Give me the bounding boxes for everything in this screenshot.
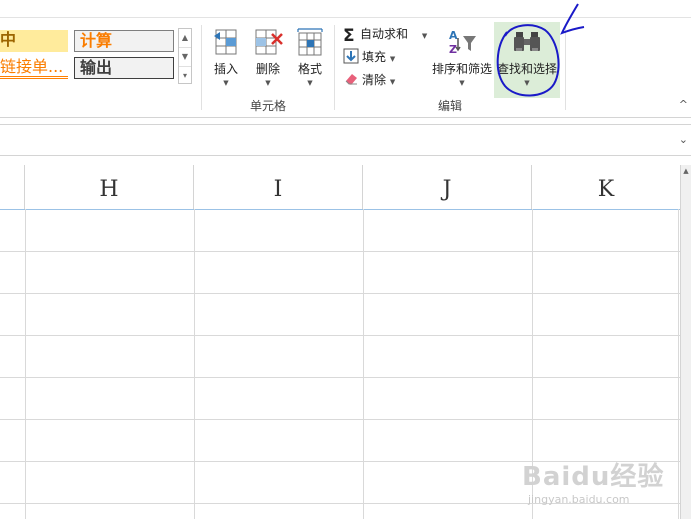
autosum-button[interactable]: Σ 自动求和 ▼ xyxy=(343,24,428,46)
delete-cells-icon xyxy=(252,26,284,58)
gridline xyxy=(0,335,680,336)
column-header-i[interactable]: I xyxy=(194,165,363,209)
delete-button[interactable]: 删除 ▼ xyxy=(250,26,286,89)
style-linked-cell[interactable]: 链接单... xyxy=(0,57,68,79)
chevron-down-icon: ▼ xyxy=(459,79,465,87)
fill-label: 填充 xyxy=(362,50,387,64)
group-separator xyxy=(565,25,566,110)
fill-down-icon xyxy=(343,48,359,64)
column-header-row: H I J K xyxy=(0,165,680,210)
watermark-url: jingyan.baidu.com xyxy=(528,493,630,506)
clear-button[interactable]: 清除 ▼ xyxy=(343,70,395,90)
gridline xyxy=(25,209,26,519)
column-header-k[interactable]: K xyxy=(532,165,680,209)
gallery-down-icon[interactable]: ▼ xyxy=(179,48,191,67)
sort-filter-icon: A Z xyxy=(446,26,478,58)
chevron-down-icon: ▼ xyxy=(421,32,428,40)
ribbon-tab-divider xyxy=(0,17,691,18)
autosum-label: 自动求和 xyxy=(360,27,409,41)
insert-button[interactable]: 插入 ▼ xyxy=(208,26,244,89)
chevron-down-icon: ▼ xyxy=(524,79,530,87)
clear-label: 清除 xyxy=(362,73,387,87)
eraser-icon xyxy=(343,71,359,87)
baidu-watermark: Baidu经验 jingyan.baidu.com xyxy=(522,456,682,512)
insert-label: 插入 xyxy=(213,62,238,76)
watermark-brand: Baidu经验 xyxy=(522,462,665,492)
binoculars-icon xyxy=(511,26,543,58)
sort-filter-button[interactable]: A Z 排序和筛选 ▼ xyxy=(430,26,494,89)
gallery-more-icon[interactable]: ▾ xyxy=(179,67,191,85)
format-label: 格式 xyxy=(297,62,322,76)
chevron-down-icon: ▼ xyxy=(223,79,229,87)
cells-group-label: 单元格 xyxy=(250,99,287,113)
find-select-label: 查找和选择 xyxy=(496,62,557,76)
gridline xyxy=(0,251,680,252)
sort-filter-label: 排序和筛选 xyxy=(431,62,492,76)
group-separator xyxy=(334,25,335,110)
svg-text:Z: Z xyxy=(449,43,457,56)
editing-group-label: 编辑 xyxy=(438,99,463,113)
formula-bar[interactable]: ⌄ xyxy=(0,124,691,156)
style-neutral[interactable]: 中 xyxy=(0,30,68,52)
expand-formula-bar-icon[interactable]: ⌄ xyxy=(679,133,688,146)
styles-gallery-scroller[interactable]: ▲ ▼ ▾ xyxy=(178,28,192,84)
style-calculation[interactable]: 计算 xyxy=(74,30,174,52)
gridline xyxy=(0,419,680,420)
delete-label: 删除 xyxy=(255,62,280,76)
group-separator xyxy=(201,25,202,110)
style-output[interactable]: 输出 xyxy=(74,57,174,79)
column-header-j[interactable]: J xyxy=(363,165,532,209)
gridline xyxy=(194,209,195,519)
find-select-button[interactable]: 查找和选择 ▼ xyxy=(496,26,558,89)
chevron-down-icon: ▼ xyxy=(389,78,396,86)
insert-cells-icon xyxy=(210,26,242,58)
gridline xyxy=(0,377,680,378)
format-cells-icon xyxy=(294,26,326,58)
gridline xyxy=(363,209,364,519)
sigma-icon: Σ xyxy=(343,26,355,46)
column-header-partial[interactable] xyxy=(0,165,25,209)
svg-text:A: A xyxy=(449,29,458,42)
collapse-ribbon-icon[interactable]: ^ xyxy=(679,98,688,111)
gridline xyxy=(0,293,680,294)
scroll-up-icon[interactable]: ▲ xyxy=(681,167,691,175)
chevron-down-icon: ▼ xyxy=(307,79,313,87)
gallery-up-icon[interactable]: ▲ xyxy=(179,29,191,48)
format-button[interactable]: 格式 ▼ xyxy=(292,26,328,89)
column-header-h[interactable]: H xyxy=(25,165,194,209)
chevron-down-icon: ▼ xyxy=(265,79,271,87)
ribbon: 中 计算 链接单... 输出 ▲ ▼ ▾ 插入 ▼ 删除 ▼ 格式 ▼ 单元格 … xyxy=(0,0,691,118)
chevron-down-icon: ▼ xyxy=(389,55,396,63)
fill-button[interactable]: 填充 ▼ xyxy=(343,47,395,67)
